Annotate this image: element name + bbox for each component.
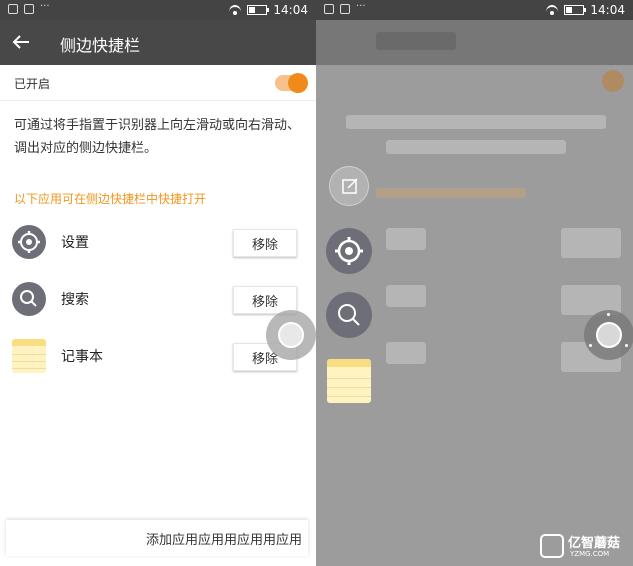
app-name: 搜索 [61,292,89,308]
blurred-row [386,228,426,250]
sidebar-settings-button[interactable] [326,228,372,274]
wifi-icon [546,5,559,15]
enable-toggle[interactable] [275,73,308,93]
blurred-row [386,285,426,307]
remove-settings-button[interactable]: 移除 [233,229,297,257]
handle-knob [596,322,622,348]
description-text: 可通过将手指置于识别器上向左滑动或向右滑动、调出对应的侧边快捷栏。 [14,118,301,156]
blurred-header [376,188,526,198]
battery-icon [247,5,270,15]
blurred-button [561,228,621,258]
sidebar-search-button[interactable] [326,292,372,338]
app-bar: 侧边快捷栏 [0,20,316,65]
app-name: 设置 [61,235,89,251]
status-bar: ··· 14:04 [0,0,316,20]
blurred-text [386,140,566,154]
watermark-name: 亿智蘑菇 [568,536,621,551]
bag-icon [24,4,34,14]
status-bar: ··· 14:04 [316,0,633,20]
blurred-row [386,342,426,364]
notification-icon [8,4,18,14]
notepad-icon [327,359,371,367]
bag-icon [340,4,350,14]
blurred-text [346,115,606,129]
toggle-label: 已开启 [14,77,51,91]
apps-section-header: 以下应用可在侧边快捷栏中快捷打开 [14,192,207,206]
floating-recognizer-handle[interactable] [266,310,316,360]
gear-icon [12,225,46,259]
wifi-icon [229,5,242,15]
sidebar-preview-screen: ··· 14:04 亿智蘑菇 YZMG.COM [316,0,633,566]
status-time: 14:04 [590,3,625,17]
status-time: 14:04 [273,3,308,17]
more-icon: ··· [40,1,50,12]
watermark-logo-icon [540,534,564,558]
more-icon: ··· [356,1,366,12]
battery-icon [564,5,587,15]
floating-recognizer-handle[interactable] [584,310,633,360]
search-icon [338,304,360,326]
notification-icons: ··· [324,1,366,14]
page-title: 侧边快捷栏 [60,36,141,55]
notepad-icon [12,339,46,373]
back-arrow-icon[interactable] [10,31,32,53]
app-name: 记事本 [61,349,103,365]
sidebar-notes-button[interactable] [329,166,369,206]
watermark-domain: YZMG.COM [570,550,610,558]
blurred-app-bar [316,20,633,65]
search-icon [12,282,46,316]
add-app-button[interactable]: 添加应用应用用应用用应用 [6,520,308,556]
sidebar-notepad-button[interactable] [327,359,371,403]
notification-icon [324,4,334,14]
list-item-settings: 设置 移除 [0,216,316,266]
enable-row: 已开启 [0,65,316,101]
blurred-toggle [602,70,624,92]
handle-knob [278,322,304,348]
toggle-knob [288,73,308,93]
watermark: 亿智蘑菇 YZMG.COM [540,532,630,562]
blurred-title [376,32,456,50]
edit-note-icon [342,178,358,194]
sidebar-settings-screen: ··· 14:04 侧边快捷栏 已开启 可通过将手指置于识别器上向左滑动或向右滑… [0,0,316,566]
list-item-search: 搜索 移除 [0,273,316,323]
notification-icons: ··· [8,1,50,14]
gear-icon [335,237,363,265]
